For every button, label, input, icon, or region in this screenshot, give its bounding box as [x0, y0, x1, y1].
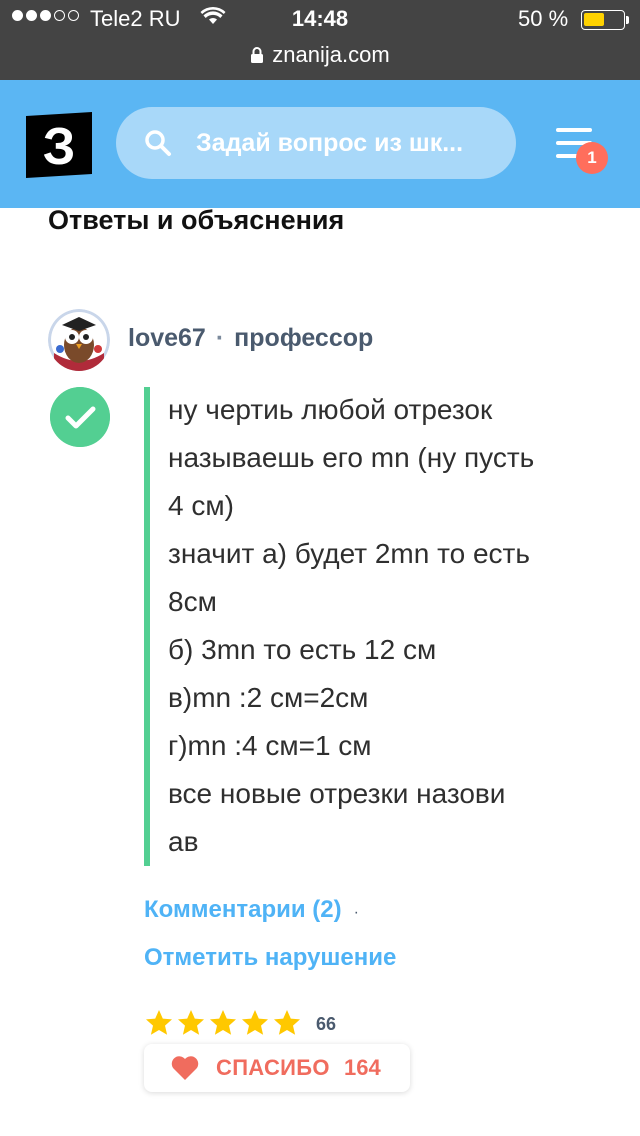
star-icon[interactable]	[240, 1008, 270, 1038]
lock-icon	[251, 47, 264, 63]
comments-link[interactable]: Комментарии (2)	[144, 896, 342, 923]
star-icon[interactable]	[144, 1008, 174, 1038]
answer-line: г)mn :4 см=1 см	[168, 730, 372, 761]
best-answer-check-icon	[50, 387, 110, 447]
search-bar[interactable]	[116, 107, 516, 179]
report-link[interactable]: Отметить нарушение	[144, 944, 396, 971]
status-bar: Tele2 RU 14:48 50 % znanija.com	[0, 0, 640, 80]
avatar[interactable]	[48, 309, 110, 371]
thanks-label: СПАСИБО	[216, 1055, 330, 1080]
rating-stars[interactable]	[144, 1008, 302, 1038]
answer-author: love67 · профессор	[128, 324, 373, 353]
heart-icon	[171, 1056, 199, 1080]
rating-count: 66	[316, 1014, 337, 1034]
notification-badge[interactable]: 1	[576, 142, 608, 174]
answer-line: 8см	[168, 586, 217, 617]
star-icon[interactable]	[176, 1008, 206, 1038]
star-icon[interactable]	[272, 1008, 302, 1038]
answer-line: все новые отрезки назови	[168, 778, 506, 809]
znanija-logo[interactable]: З	[22, 110, 96, 180]
author-rank: профессор	[234, 324, 374, 352]
answer-text: ну чертиь любой отрезок называешь его mn…	[168, 386, 608, 866]
search-icon	[145, 130, 171, 156]
star-icon[interactable]	[208, 1008, 238, 1038]
answer-line: значит а) будет 2mn то есть	[168, 538, 530, 569]
answer-accent-bar	[144, 387, 150, 866]
author-separator: ·	[215, 324, 225, 352]
author-name[interactable]: love67	[128, 324, 206, 352]
answer-line: ав	[168, 826, 199, 857]
answer-line: в)mn :2 см=2см	[168, 682, 369, 713]
answer-line: 4 см)	[168, 490, 234, 521]
address-bar[interactable]: znanija.com	[0, 42, 640, 68]
answer-line: ну чертиь любой отрезок	[168, 394, 493, 425]
url-text: znanija.com	[272, 42, 390, 67]
battery-tip	[626, 16, 629, 24]
section-title: Ответы и объяснения	[48, 205, 345, 235]
battery-percent: 50 %	[518, 6, 569, 31]
logo-letter: З	[43, 118, 76, 176]
search-input[interactable]	[196, 107, 496, 179]
action-separator: ·	[353, 904, 359, 921]
answer-line: называешь его mn (ну пусть	[168, 442, 535, 473]
thanks-count: 164	[344, 1055, 381, 1080]
battery-icon	[581, 10, 625, 30]
answer-line: б) 3mn то есть 12 см	[168, 634, 437, 665]
app-header: З	[0, 80, 640, 208]
thanks-button[interactable]: СПАСИБО 164	[144, 1044, 410, 1092]
